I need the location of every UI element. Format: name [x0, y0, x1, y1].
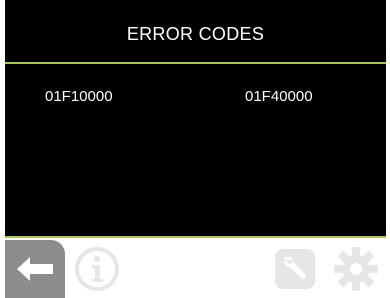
info-button[interactable]	[67, 240, 127, 298]
footer-toolbar	[5, 238, 386, 298]
error-codes-screen: ERROR CODES 01F10000 01F40000	[0, 0, 390, 298]
back-button[interactable]	[5, 240, 65, 298]
gear-icon	[334, 247, 378, 291]
info-icon	[75, 247, 119, 291]
settings-button[interactable]	[326, 240, 386, 298]
error-code-item: 01F10000	[45, 88, 113, 105]
page-title: ERROR CODES	[126, 23, 265, 44]
back-arrow-icon	[17, 257, 53, 281]
wrench-icon	[275, 249, 315, 289]
header-bar: ERROR CODES	[5, 0, 386, 62]
wrench-button[interactable]	[265, 240, 325, 298]
error-code-list: 01F10000 01F40000	[5, 64, 386, 236]
error-code-item: 01F40000	[245, 88, 313, 105]
